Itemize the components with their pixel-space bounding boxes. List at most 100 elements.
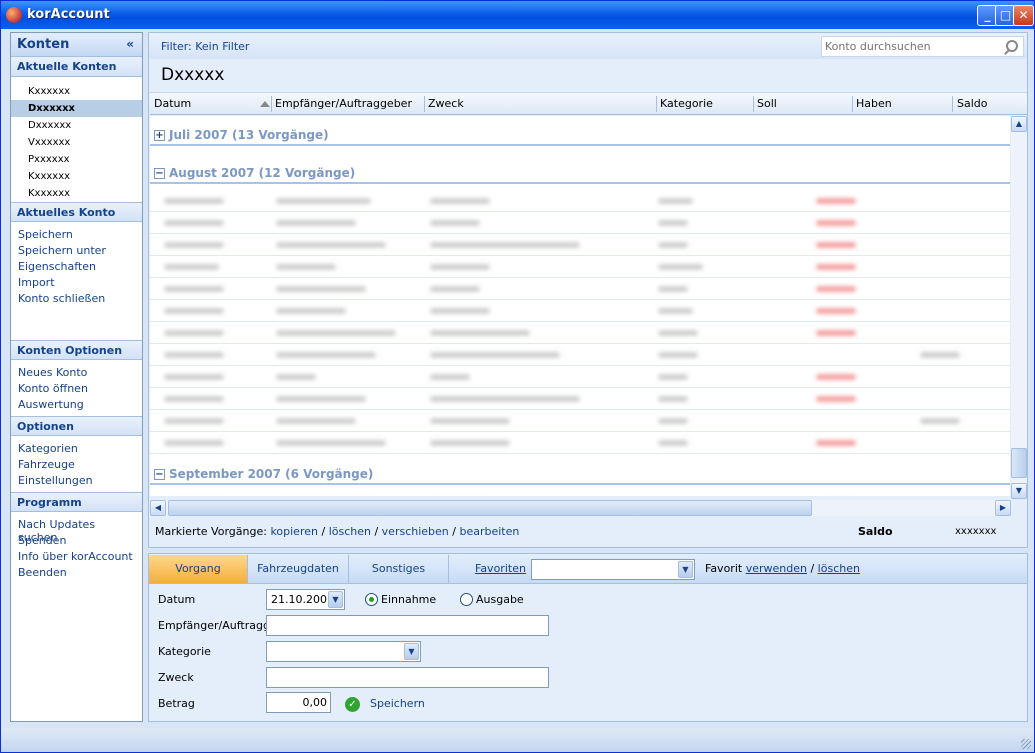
column-date[interactable]: Datum bbox=[154, 97, 191, 110]
horizontal-scrollbar[interactable]: ◀ ▶ bbox=[150, 500, 1011, 516]
save-link[interactable]: Speichern bbox=[11, 226, 142, 242]
chevron-down-icon[interactable]: ▼ bbox=[678, 561, 693, 578]
account-item[interactable]: Pxxxxxx bbox=[11, 151, 142, 168]
account-item-selected[interactable]: Dxxxxxx bbox=[11, 100, 142, 117]
collapse-sidebar-icon[interactable]: « bbox=[126, 37, 134, 51]
collapse-icon[interactable]: − bbox=[154, 469, 165, 480]
collapse-icon[interactable]: − bbox=[154, 168, 165, 179]
income-radio[interactable] bbox=[365, 593, 378, 606]
table-row[interactable] bbox=[150, 344, 1010, 366]
title-bar[interactable]: korAccount _ □ ✕ bbox=[1, 1, 1034, 29]
search-box[interactable] bbox=[821, 36, 1024, 57]
income-label[interactable]: Einnahme bbox=[381, 593, 436, 606]
table-row[interactable] bbox=[150, 190, 1010, 212]
categories-link[interactable]: Kategorien bbox=[11, 440, 142, 456]
amount-field[interactable]: 0,00 bbox=[266, 692, 331, 713]
account-item[interactable]: Vxxxxxx bbox=[11, 134, 142, 151]
tab-transaction[interactable]: Vorgang bbox=[149, 555, 248, 583]
move-link[interactable]: verschieben bbox=[382, 525, 449, 538]
expense-label[interactable]: Ausgabe bbox=[476, 593, 524, 606]
table-row[interactable] bbox=[150, 432, 1010, 454]
expand-icon[interactable]: + bbox=[154, 130, 165, 141]
table-row[interactable] bbox=[150, 256, 1010, 278]
column-purpose[interactable]: Zweck bbox=[428, 97, 464, 110]
use-favorite-link[interactable]: verwenden bbox=[746, 562, 807, 575]
scroll-up-icon[interactable]: ▲ bbox=[1011, 116, 1027, 132]
column-category[interactable]: Kategorie bbox=[660, 97, 713, 110]
transactions-grid[interactable]: + Juli 2007 (13 Vorgänge) − August 2007 … bbox=[150, 116, 1010, 496]
close-account-link[interactable]: Konto schließen bbox=[11, 290, 142, 306]
scroll-right-icon[interactable]: ▶ bbox=[995, 500, 1011, 516]
obscured-cell bbox=[164, 418, 224, 424]
donate-link[interactable]: Spenden bbox=[11, 532, 142, 548]
column-balance[interactable]: Saldo bbox=[957, 97, 988, 110]
properties-link[interactable]: Eigenschaften bbox=[11, 258, 142, 274]
table-row[interactable] bbox=[150, 388, 1010, 410]
group-september[interactable]: − September 2007 (6 Vorgänge) bbox=[150, 465, 1010, 485]
table-row[interactable] bbox=[150, 234, 1010, 256]
payee-field[interactable] bbox=[266, 615, 549, 636]
purpose-field[interactable] bbox=[266, 667, 549, 688]
search-input[interactable] bbox=[822, 37, 992, 56]
obscured-cell bbox=[164, 286, 224, 292]
tab-vehicle-data[interactable]: Fahrzeugdaten bbox=[248, 555, 349, 583]
delete-link[interactable]: löschen bbox=[329, 525, 371, 538]
scroll-left-icon[interactable]: ◀ bbox=[150, 500, 166, 516]
evaluation-link[interactable]: Auswertung bbox=[11, 396, 142, 412]
obscured-cell bbox=[658, 352, 698, 358]
table-row[interactable] bbox=[150, 366, 1010, 388]
table-row[interactable] bbox=[150, 212, 1010, 234]
search-icon[interactable] bbox=[1006, 40, 1018, 52]
marked-transactions: Markierte Vorgänge: kopieren / löschen /… bbox=[155, 525, 520, 538]
settings-link[interactable]: Einstellungen bbox=[11, 472, 142, 488]
edit-link[interactable]: bearbeiten bbox=[459, 525, 519, 538]
table-row[interactable] bbox=[150, 322, 1010, 344]
delete-favorite-link[interactable]: löschen bbox=[818, 562, 860, 575]
obscured-cell bbox=[430, 308, 490, 314]
date-picker[interactable]: 21.10.2007 ▼ bbox=[266, 589, 345, 610]
obscured-cell bbox=[430, 374, 470, 380]
app-window: korAccount _ □ ✕ Konten « Aktuelle Konte… bbox=[0, 0, 1035, 753]
new-account-link[interactable]: Neues Konto bbox=[11, 364, 142, 380]
column-debit[interactable]: Soll bbox=[757, 97, 777, 110]
save-as-link[interactable]: Speichern unter bbox=[11, 242, 142, 258]
table-row[interactable] bbox=[150, 278, 1010, 300]
open-account-link[interactable]: Konto öffnen bbox=[11, 380, 142, 396]
calendar-dropdown-icon[interactable]: ▼ bbox=[328, 591, 343, 608]
category-select[interactable]: ▼ bbox=[266, 641, 421, 662]
close-button[interactable]: ✕ bbox=[1013, 5, 1034, 26]
obscured-cell bbox=[658, 440, 688, 446]
column-payee[interactable]: Empfänger/Auftraggeber bbox=[275, 97, 412, 110]
account-item[interactable]: Kxxxxxx bbox=[11, 168, 142, 185]
table-row[interactable] bbox=[150, 491, 1010, 496]
check-updates-link[interactable]: Nach Updates suchen bbox=[11, 516, 142, 544]
chevron-down-icon[interactable]: ▼ bbox=[404, 643, 419, 660]
group-august[interactable]: − August 2007 (12 Vorgänge) bbox=[150, 164, 1010, 184]
obscured-cell bbox=[276, 374, 316, 380]
favorites-select[interactable]: ▼ bbox=[531, 559, 695, 580]
checkmark-icon[interactable]: ✓ bbox=[345, 697, 360, 712]
section-program: Programm bbox=[11, 492, 142, 512]
vehicles-link[interactable]: Fahrzeuge bbox=[11, 456, 142, 472]
account-item[interactable]: Dxxxxxx bbox=[11, 117, 142, 134]
category-label: Kategorie bbox=[158, 645, 211, 658]
about-link[interactable]: Info über korAccount bbox=[11, 548, 142, 564]
tab-other[interactable]: Sonstiges bbox=[349, 555, 449, 583]
resize-grip-icon[interactable] bbox=[1021, 739, 1031, 749]
account-item[interactable]: Kxxxxxx bbox=[11, 83, 142, 100]
expense-radio[interactable] bbox=[460, 593, 473, 606]
copy-link[interactable]: kopieren bbox=[270, 525, 318, 538]
save-button[interactable]: Speichern bbox=[370, 697, 425, 710]
column-credit[interactable]: Haben bbox=[856, 97, 892, 110]
vertical-scrollbar[interactable]: ▲ ▼ bbox=[1011, 116, 1027, 499]
scroll-down-icon[interactable]: ▼ bbox=[1011, 483, 1027, 499]
table-row[interactable] bbox=[150, 410, 1010, 432]
scroll-thumb[interactable] bbox=[1011, 448, 1027, 478]
scroll-thumb[interactable] bbox=[168, 500, 812, 516]
filter-label[interactable]: Filter: Kein Filter bbox=[161, 40, 249, 53]
exit-link[interactable]: Beenden bbox=[11, 564, 142, 580]
account-item[interactable]: Kxxxxxx bbox=[11, 185, 142, 202]
group-july[interactable]: + Juli 2007 (13 Vorgänge) bbox=[150, 126, 1010, 146]
import-link[interactable]: Import bbox=[11, 274, 142, 290]
table-row[interactable] bbox=[150, 300, 1010, 322]
